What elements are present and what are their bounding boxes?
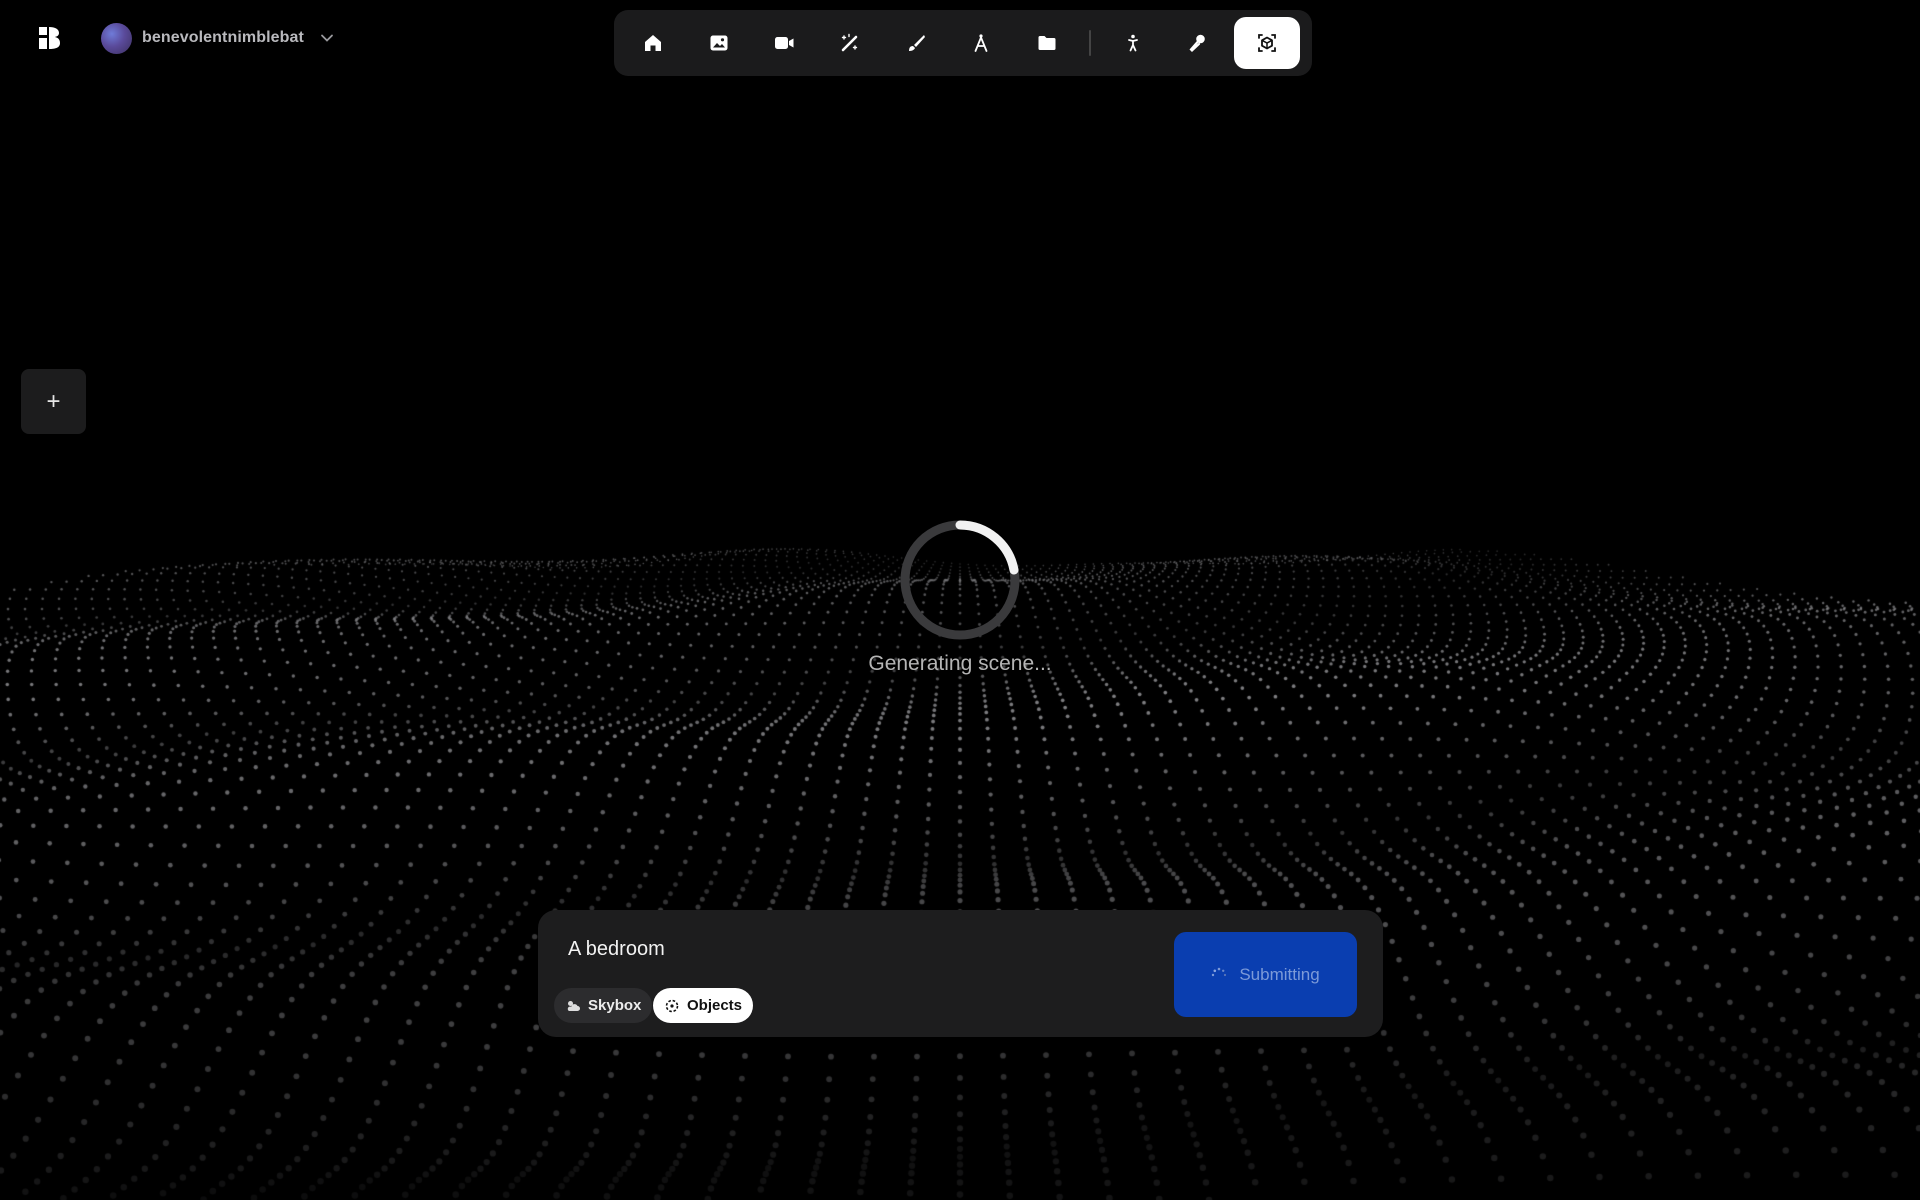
submit-button-label: Submitting [1239,964,1320,984]
toolbar-image-button[interactable] [689,17,749,69]
prompt-panel: A bedroom Skybox Objects Submitting [538,910,1383,1037]
prompt-input[interactable]: A bedroom [568,938,665,961]
folder-icon [1038,36,1056,50]
top-toolbar [614,10,1312,76]
skybox-chip-label: Skybox [588,997,642,1014]
toolbar-home-button[interactable] [623,17,683,69]
loading-dots-icon [1212,967,1227,976]
magic-wand-icon [841,33,858,52]
toolbar-folder-button[interactable] [1017,17,1077,69]
account-switcher[interactable]: benevolentnimblebat [101,22,334,54]
toolbar-microphone-button[interactable] [1169,17,1229,69]
toolbar-separator [1088,30,1091,56]
toolbar-video-button[interactable] [754,17,814,69]
microphone-icon [1189,34,1206,53]
skybox-chip[interactable]: Skybox [554,988,653,1023]
person-icon [1127,34,1138,52]
3d-scene-icon [1258,34,1277,52]
submit-button[interactable]: Submitting [1174,932,1357,1017]
toolbar-compass-button[interactable] [952,17,1012,69]
video-icon [775,37,794,49]
app-logo[interactable] [36,24,64,52]
avatar [101,22,132,54]
compass-icon [974,34,988,52]
toolbar-3d-scene-button[interactable] [1234,17,1300,69]
objects-chip[interactable]: Objects [653,988,754,1023]
toolbar-magic-button[interactable] [820,17,880,69]
add-button[interactable]: + [21,369,86,434]
objects-chip-label: Objects [687,997,743,1014]
home-icon [644,35,661,51]
add-button-label: + [46,387,61,415]
brush-icon [908,35,925,51]
toolbar-brush-button[interactable] [886,17,946,69]
loading-spinner [900,520,1020,640]
app-logo-icon [39,27,60,49]
toolbar-person-button[interactable] [1103,17,1163,69]
cloud-sun-icon [567,1000,580,1011]
chevron-down-icon [321,34,333,42]
objects-icon [665,999,679,1012]
account-username: benevolentnimblebat [142,29,304,46]
generation-status: Generating scene... [868,652,1052,675]
image-icon [710,35,728,51]
